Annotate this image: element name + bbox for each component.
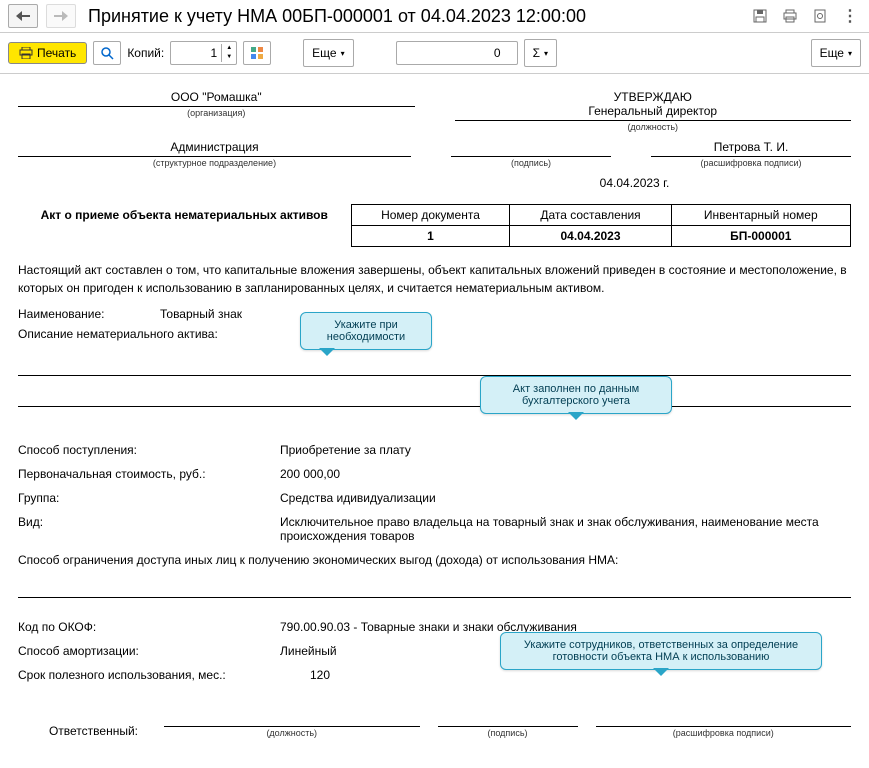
more-right-button[interactable]: Еще▾ bbox=[811, 39, 861, 67]
back-button[interactable] bbox=[8, 4, 38, 28]
sum-input[interactable] bbox=[397, 43, 505, 63]
type-label: Вид: bbox=[18, 515, 268, 543]
val-docnum: 1 bbox=[351, 226, 510, 247]
resp-name-sub: (расшифровка подписи) bbox=[596, 728, 852, 738]
val-inv: БП-000001 bbox=[671, 226, 850, 247]
col-inv: Инвентарный номер bbox=[671, 205, 850, 226]
col-docnum: Номер документа bbox=[351, 205, 510, 226]
position-sublabel: (должность) bbox=[455, 122, 852, 132]
signature-line bbox=[451, 140, 611, 157]
resp-position-line bbox=[164, 712, 420, 727]
resp-name-line bbox=[596, 712, 852, 727]
method-value: Приобретение за плату bbox=[280, 443, 851, 457]
resp-position-sub: (должность) bbox=[164, 728, 420, 738]
restrict-line bbox=[18, 581, 851, 598]
copies-spinner[interactable]: ▲ ▼ bbox=[170, 41, 237, 65]
printer-icon bbox=[19, 47, 33, 59]
position-value: Генеральный директор bbox=[455, 104, 852, 121]
sigma-button[interactable]: Σ▾ bbox=[524, 39, 557, 67]
copies-input[interactable] bbox=[171, 43, 221, 63]
menu-icon[interactable]: ⋮ bbox=[839, 5, 861, 27]
department-sublabel: (структурное подразделение) bbox=[18, 158, 411, 168]
callout-1: Укажите при необходимости bbox=[300, 312, 432, 350]
callout-3: Укажите сотрудников, ответственных за оп… bbox=[500, 632, 822, 670]
signature-sublabel: (подпись) bbox=[451, 158, 611, 168]
act-title: Акт о приеме объекта нематериальных акти… bbox=[18, 205, 351, 226]
zoom-button[interactable] bbox=[93, 41, 121, 65]
sum-field[interactable] bbox=[396, 41, 518, 65]
method-label: Способ поступления: bbox=[18, 443, 268, 457]
copies-up[interactable]: ▲ bbox=[221, 44, 236, 53]
type-value: Исключительное право владельца на товарн… bbox=[280, 515, 851, 543]
body-text: Настоящий акт составлен о том, что капит… bbox=[18, 261, 851, 297]
name-label: Наименование: bbox=[18, 307, 148, 321]
org-sublabel: (организация) bbox=[18, 108, 415, 118]
life-label: Срок полезного использования, мес.: bbox=[18, 668, 298, 682]
print-label: Печать bbox=[37, 46, 76, 60]
group-value: Средства идивидуализации bbox=[280, 491, 851, 505]
restrict-label: Способ ограничения доступа иных лиц к по… bbox=[18, 553, 618, 567]
settings-button[interactable] bbox=[243, 41, 271, 65]
department-value: Администрация bbox=[18, 140, 411, 157]
resp-sign-sub: (подпись) bbox=[438, 728, 578, 738]
page-title: Принятие к учету НМА 00БП-000001 от 04.0… bbox=[84, 6, 741, 27]
person-sublabel: (расшифровка подписи) bbox=[651, 158, 851, 168]
name-value: Товарный знак bbox=[160, 307, 851, 321]
org-value: ООО "Ромашка" bbox=[18, 90, 415, 107]
preview-icon[interactable] bbox=[809, 5, 831, 27]
desc-line-1 bbox=[18, 359, 851, 376]
approve-label: УТВЕРЖДАЮ bbox=[455, 90, 852, 104]
more-left-button[interactable]: Еще▾ bbox=[303, 39, 353, 67]
amort-label: Способ амортизации: bbox=[18, 644, 268, 658]
forward-button[interactable] bbox=[46, 4, 76, 28]
save-icon[interactable] bbox=[749, 5, 771, 27]
person-value: Петрова Т. И. bbox=[651, 140, 851, 157]
header-table: Акт о приеме объекта нематериальных акти… bbox=[18, 204, 851, 247]
copies-label: Копий: bbox=[127, 46, 164, 60]
resp-sign-line bbox=[438, 712, 578, 727]
cost-value: 200 000,00 bbox=[280, 467, 851, 481]
col-date: Дата составления bbox=[510, 205, 671, 226]
okof-label: Код по ОКОФ: bbox=[18, 620, 268, 634]
callout-2: Акт заполнен по данным бухгалтерского уч… bbox=[480, 376, 672, 414]
date-value: 04.04.2023 г. bbox=[18, 176, 851, 190]
print-icon[interactable] bbox=[779, 5, 801, 27]
val-date: 04.04.2023 bbox=[510, 226, 671, 247]
desc-label: Описание нематериального актива: bbox=[18, 327, 218, 341]
desc-line-2 bbox=[18, 390, 851, 407]
life-value: 120 bbox=[310, 668, 851, 682]
print-button[interactable]: Печать bbox=[8, 42, 87, 64]
cost-label: Первоначальная стоимость, руб.: bbox=[18, 467, 268, 481]
group-label: Группа: bbox=[18, 491, 268, 505]
copies-down[interactable]: ▼ bbox=[221, 53, 236, 62]
